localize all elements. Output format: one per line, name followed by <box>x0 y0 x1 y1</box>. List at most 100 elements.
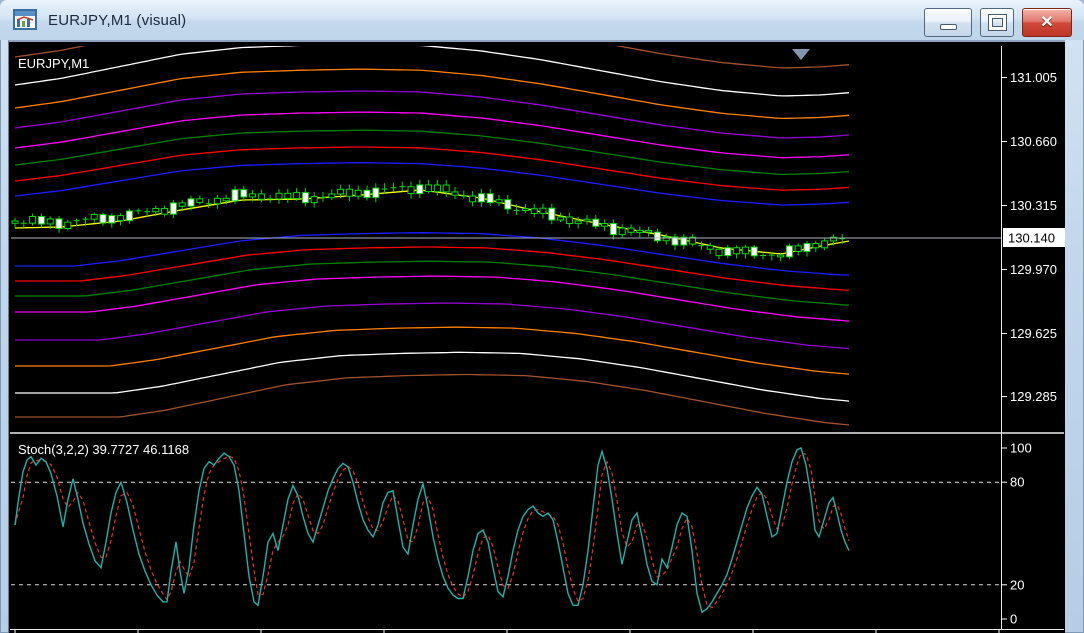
band-line <box>14 129 850 176</box>
candle-body <box>117 215 125 222</box>
candle-body <box>750 246 758 257</box>
band-line <box>14 46 850 97</box>
chart-client-area: 130.140 131.005 130.660 130.315 129.970 129.6… <box>8 40 1065 633</box>
candle-body <box>328 193 336 199</box>
candle-body <box>11 220 19 224</box>
candle-body <box>821 240 829 249</box>
band-line <box>15 275 850 322</box>
candle-body <box>433 184 441 193</box>
candle-body <box>451 191 459 196</box>
stoch-label: Stoch(3,2,2) 39.7727 46.1168 <box>18 442 189 457</box>
candle-body <box>178 202 186 207</box>
candle-body <box>64 221 72 229</box>
candle-body <box>301 192 309 204</box>
candle-body <box>592 218 600 227</box>
candle-body <box>90 214 98 220</box>
candle-body <box>99 214 107 224</box>
candle-body <box>812 243 820 249</box>
candle-body <box>196 198 204 203</box>
maximize-icon <box>988 15 1006 30</box>
stoch-axis-tick-label: 100 <box>1010 441 1032 456</box>
band-line <box>14 111 850 159</box>
minimize-icon <box>939 23 957 30</box>
candle-body <box>345 188 353 197</box>
band-line <box>15 232 850 276</box>
price-axis-tick-label: 129.970 <box>1010 262 1057 277</box>
window-controls: ✕ <box>924 8 1072 37</box>
candle-body <box>486 193 494 204</box>
stoch-axis-tick-label: 80 <box>1010 475 1024 490</box>
candle-body <box>46 218 54 225</box>
candle-body <box>37 216 45 225</box>
candle-body <box>521 208 529 211</box>
symbol-label: EURJPY,M1 <box>18 56 89 71</box>
candle-body <box>645 229 653 233</box>
price-axis-tick-label: 130.660 <box>1010 134 1057 149</box>
candle-body <box>785 245 793 258</box>
candle-body <box>293 192 301 200</box>
candle-body <box>601 223 609 227</box>
candle-body <box>662 236 670 242</box>
close-button[interactable]: ✕ <box>1022 8 1072 37</box>
candle-body <box>55 218 63 229</box>
candle-body <box>653 231 661 242</box>
candle-body <box>724 247 732 256</box>
candle-body <box>733 247 741 255</box>
band-line <box>15 373 850 426</box>
candle-body <box>618 227 626 236</box>
candle-body <box>565 216 573 224</box>
stoch-axis-tick-label: 20 <box>1010 577 1024 592</box>
candle-body <box>407 186 415 195</box>
candle-body <box>354 189 362 197</box>
mt4-visual-chart-window: EURJPY,M1 (visual) ✕ 130.140 131.005 130.6… <box>0 0 1084 633</box>
band-line <box>14 162 850 206</box>
title-bar: EURJPY,M1 (visual) ✕ <box>0 0 1084 40</box>
candle-body <box>152 208 160 213</box>
stoch-k-line <box>14 447 850 614</box>
candle-body <box>530 208 538 214</box>
candle-body <box>108 215 116 224</box>
pane-frame <box>10 46 1064 633</box>
candle-body <box>477 193 485 203</box>
candle-body <box>803 243 811 252</box>
candle-body <box>504 199 512 210</box>
candle-body <box>469 195 477 203</box>
candle-body <box>240 189 248 198</box>
ma-line <box>14 189 850 255</box>
candle-body <box>29 216 37 224</box>
price-axis-tick-label: 131.005 <box>1010 70 1057 85</box>
band-line <box>15 246 850 291</box>
candle-body <box>583 218 591 222</box>
candle-body <box>777 254 785 258</box>
candle-body <box>416 184 424 195</box>
candle-body <box>557 216 565 221</box>
price-axis-tick-label: 129.625 <box>1010 326 1057 341</box>
candle-body <box>372 187 380 198</box>
candle-body <box>169 202 177 215</box>
stoch-axis-tick-label: 0 <box>1010 612 1017 627</box>
candle-body <box>627 227 635 233</box>
band-line <box>15 351 850 402</box>
candle-body <box>275 192 283 200</box>
minimize-button[interactable] <box>924 8 972 37</box>
candle-body <box>310 196 318 204</box>
candle-body <box>548 207 556 221</box>
chart-canvas[interactable]: 130.140 131.005 130.660 130.315 129.970 129.6… <box>9 42 1065 633</box>
candle-body <box>609 223 617 236</box>
candle-body <box>161 208 169 215</box>
close-icon: ✕ <box>1040 13 1054 31</box>
price-axis-tick-label: 130.315 <box>1010 198 1057 213</box>
candle-body <box>213 197 221 205</box>
candle-body <box>222 197 230 202</box>
indicator-bands <box>14 46 850 426</box>
candle-body <box>706 245 714 250</box>
candle-body <box>187 198 195 207</box>
candlesticks <box>11 179 846 262</box>
maximize-button[interactable] <box>980 8 1014 37</box>
band-line <box>15 302 850 350</box>
price-axis: 130.140 131.005 130.660 130.315 129.970 129.6… <box>1001 70 1065 627</box>
candle-body <box>363 189 371 199</box>
candle-body <box>231 189 239 202</box>
candle-body <box>337 188 345 195</box>
candle-body <box>442 184 450 193</box>
